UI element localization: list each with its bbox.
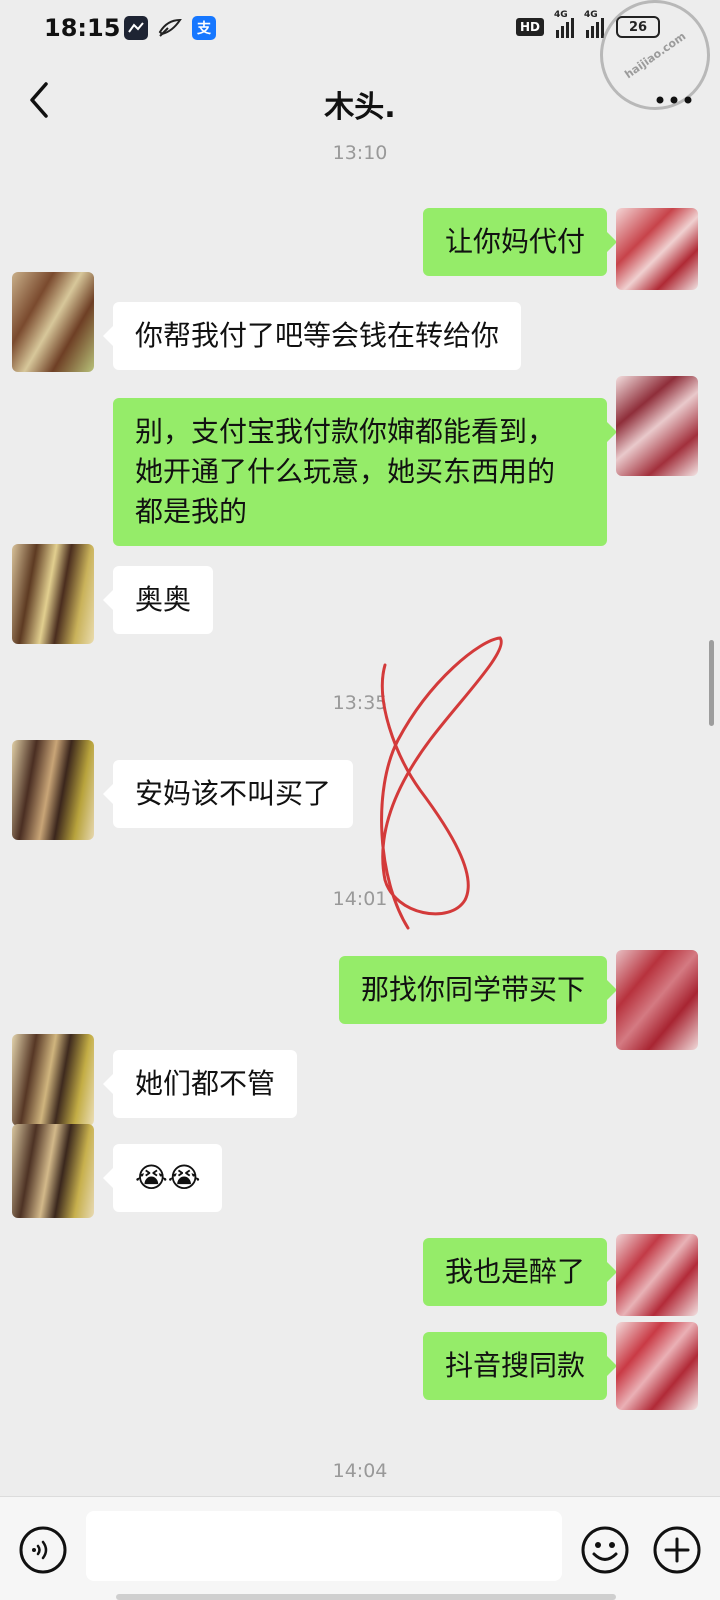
my-avatar[interactable] (616, 1234, 698, 1316)
sent-message-bubble[interactable]: 抖音搜同款 (422, 1332, 618, 1400)
my-avatar[interactable] (616, 376, 698, 476)
status-time: 18:15 (44, 14, 121, 42)
feather-notification-icon (158, 16, 182, 40)
app-notification-icon (124, 16, 148, 40)
contact-avatar[interactable] (12, 1034, 94, 1126)
network-type-label-2: 4G (584, 10, 598, 20)
sent-message-bubble[interactable]: 别，支付宝我付款你婶都能看到， 她开通了什么玩意，她买东西用的 都是我的 (113, 398, 617, 546)
received-message-bubble[interactable]: 你帮我付了吧等会钱在转给你 (102, 302, 522, 370)
alipay-icon: 支 (192, 16, 216, 40)
sent-message-bubble[interactable]: 那找你同学带买下 (338, 956, 618, 1024)
signal-strength-icon: 4G (554, 10, 574, 38)
message-text: 她们都不管 (135, 1067, 276, 1100)
message-emoji-text: 😭😭 (135, 1161, 201, 1194)
my-avatar[interactable] (616, 208, 698, 290)
message-text: 奥奥 (135, 583, 192, 616)
chat-header: 木头. (0, 60, 720, 140)
timestamp: 13:10 (332, 142, 388, 164)
my-avatar[interactable] (616, 950, 698, 1050)
sent-message-bubble[interactable]: 我也是醉了 (422, 1238, 618, 1306)
timestamp: 13:35 (332, 692, 388, 714)
contact-avatar[interactable] (12, 544, 94, 644)
received-message-bubble[interactable]: 奥奥 (102, 566, 214, 634)
message-text-line: 别，支付宝我付款你婶都能看到， (135, 415, 556, 448)
contact-avatar[interactable] (12, 740, 94, 840)
hd-badge: HD (515, 18, 544, 36)
contact-avatar[interactable] (12, 272, 94, 372)
contact-avatar[interactable] (12, 1124, 94, 1218)
message-text: 那找你同学带买下 (360, 973, 585, 1006)
signal-strength-icon-2: 4G (584, 10, 604, 38)
received-message-bubble[interactable]: 😭😭 (102, 1144, 223, 1212)
message-text-line: 她开通了什么玩意，她买东西用的 (135, 455, 556, 488)
message-text: 安妈该不叫买了 (135, 777, 332, 810)
voice-input-icon[interactable] (18, 1525, 68, 1575)
sent-message-bubble[interactable]: 让你妈代付 (422, 208, 618, 276)
message-text: 你帮我付了吧等会钱在转给你 (135, 319, 500, 352)
message-text: 让你妈代付 (444, 225, 585, 258)
message-text: 我也是醉了 (444, 1255, 585, 1288)
message-text: 抖音搜同款 (444, 1349, 585, 1382)
scrollbar-thumb[interactable] (709, 640, 714, 726)
more-options-icon[interactable] (652, 90, 696, 110)
plus-icon[interactable] (652, 1525, 702, 1575)
message-input[interactable] (86, 1511, 562, 1581)
chat-title: 木头. (324, 90, 396, 125)
network-type-label: 4G (554, 10, 568, 20)
message-text-line: 都是我的 (135, 495, 248, 528)
emoji-icon[interactable] (580, 1525, 630, 1575)
input-bar (0, 1496, 720, 1600)
home-indicator[interactable] (116, 1594, 616, 1600)
my-avatar[interactable] (616, 1322, 698, 1410)
received-message-bubble[interactable]: 安妈该不叫买了 (102, 760, 354, 828)
received-message-bubble[interactable]: 她们都不管 (102, 1050, 298, 1118)
timestamp: 14:04 (332, 1460, 388, 1482)
timestamp: 14:01 (332, 888, 388, 910)
